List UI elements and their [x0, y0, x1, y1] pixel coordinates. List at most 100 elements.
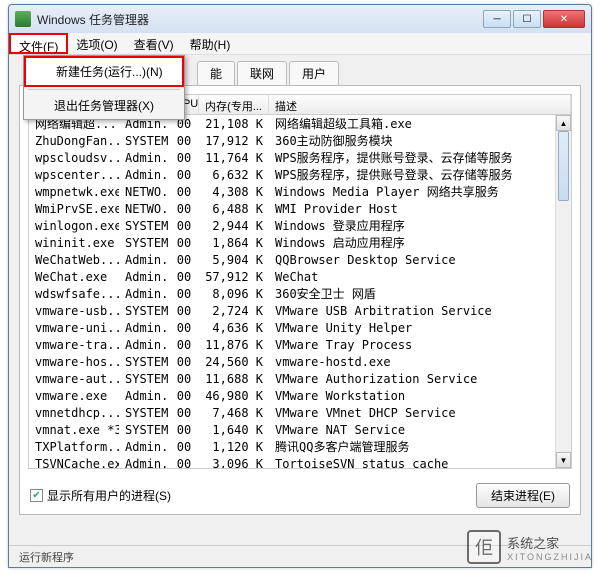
table-row[interactable]: wdswfsafe...Admin...008,096 K360安全卫士 网盾: [29, 285, 571, 302]
cell-user: SYSTEM: [119, 236, 169, 250]
tab-content: CPU 内存(专用... 描述 网络编辑超...Admin...0021,108…: [19, 85, 581, 515]
cell-memory: 4,636 K: [199, 321, 269, 335]
maximize-button[interactable]: ☐: [513, 10, 541, 28]
col-description[interactable]: 描述: [269, 95, 571, 114]
cell-memory: 1,640 K: [199, 423, 269, 437]
table-row[interactable]: vmware-aut...SYSTEM0011,688 KVMware Auth…: [29, 370, 571, 387]
tab-performance[interactable]: 能: [197, 61, 235, 85]
menu-view[interactable]: 查看(V): [126, 33, 182, 54]
cell-desc: Windows 启动应用程序: [269, 234, 571, 251]
menu-new-task[interactable]: 新建任务(运行...)(N): [24, 56, 184, 87]
cell-cpu: 00: [169, 134, 199, 148]
cell-user: SYSTEM: [119, 423, 169, 437]
cell-desc: VMware VMnet DHCP Service: [269, 406, 571, 420]
table-row[interactable]: wpscenter...Admin...006,632 KWPS服务程序，提供账…: [29, 166, 571, 183]
menu-options[interactable]: 选项(O): [68, 33, 125, 54]
cell-desc: Windows Media Player 网络共享服务: [269, 183, 571, 200]
app-icon: [15, 11, 31, 27]
table-row[interactable]: ZhuDongFan...SYSTEM0017,912 K360主动防御服务模块: [29, 132, 571, 149]
cell-user: Admin...: [119, 253, 169, 267]
table-row[interactable]: wmpnetwk.exeNETWO...004,308 KWindows Med…: [29, 183, 571, 200]
cell-memory: 7,468 K: [199, 406, 269, 420]
tab-networking[interactable]: 联网: [237, 61, 287, 85]
cell-desc: WMI Provider Host: [269, 202, 571, 216]
cell-user: Admin...: [119, 440, 169, 454]
cell-desc: VMware Unity Helper: [269, 321, 571, 335]
cell-user: SYSTEM: [119, 304, 169, 318]
table-row[interactable]: WeChatWeb...Admin...005,904 KQQBrowser D…: [29, 251, 571, 268]
cell-desc: VMware Workstation: [269, 389, 571, 403]
cell-user: SYSTEM: [119, 372, 169, 386]
table-row[interactable]: vmware-hos...SYSTEM0024,560 Kvmware-host…: [29, 353, 571, 370]
table-row[interactable]: vmware-usb...SYSTEM002,724 KVMware USB A…: [29, 302, 571, 319]
cell-user: SYSTEM: [119, 355, 169, 369]
process-rows[interactable]: 网络编辑超...Admin...0021,108 K网络编辑超级工具箱.exeZ…: [29, 115, 571, 469]
table-row[interactable]: TXPlatform...Admin...001,120 K腾讯QQ多客户端管理…: [29, 438, 571, 455]
cell-desc: WPS服务程序，提供账号登录、云存储等服务: [269, 149, 571, 166]
col-memory[interactable]: 内存(专用...: [199, 95, 269, 114]
cell-cpu: 00: [169, 185, 199, 199]
table-row[interactable]: winlogon.exeSYSTEM002,944 KWindows 登录应用程…: [29, 217, 571, 234]
cell-cpu: 00: [169, 338, 199, 352]
cell-name: wpscenter...: [29, 168, 119, 182]
cell-name: TSVNCache.exe: [29, 457, 119, 470]
titlebar[interactable]: Windows 任务管理器 ─ ☐ ✕: [9, 5, 591, 33]
cell-user: SYSTEM: [119, 219, 169, 233]
cell-name: wmpnetwk.exe: [29, 185, 119, 199]
cell-desc: 360安全卫士 网盾: [269, 285, 571, 302]
cell-cpu: 00: [169, 355, 199, 369]
cell-memory: 2,724 K: [199, 304, 269, 318]
cell-user: NETWO...: [119, 185, 169, 199]
close-button[interactable]: ✕: [543, 10, 585, 28]
cell-cpu: 00: [169, 151, 199, 165]
cell-desc: WPS服务程序，提供账号登录、云存储等服务: [269, 166, 571, 183]
table-row[interactable]: vmware-tra...Admin...0011,876 KVMware Tr…: [29, 336, 571, 353]
cell-memory: 57,912 K: [199, 270, 269, 284]
cell-name: vmware-usb...: [29, 304, 119, 318]
cell-memory: 1,864 K: [199, 236, 269, 250]
cell-cpu: 00: [169, 321, 199, 335]
table-row[interactable]: vmnat.exe *32SYSTEM001,640 KVMware NAT S…: [29, 421, 571, 438]
watermark-text: 系统之家: [507, 533, 593, 552]
tab-users[interactable]: 用户: [289, 61, 339, 85]
cell-cpu: 00: [169, 457, 199, 470]
cell-desc: 网络编辑超级工具箱.exe: [269, 115, 571, 132]
cell-user: Admin...: [119, 151, 169, 165]
scroll-thumb[interactable]: [558, 131, 569, 201]
cell-desc: WeChat: [269, 270, 571, 284]
cell-desc: 腾讯QQ多客户端管理服务: [269, 438, 571, 455]
table-row[interactable]: vmware.exeAdmin...0046,980 KVMware Works…: [29, 387, 571, 404]
window-title: Windows 任务管理器: [37, 11, 483, 28]
cell-desc: Windows 登录应用程序: [269, 217, 571, 234]
cell-memory: 17,912 K: [199, 134, 269, 148]
show-all-users-row[interactable]: ✔ 显示所有用户的进程(S): [30, 487, 171, 504]
cell-desc: 360主动防御服务模块: [269, 132, 571, 149]
checkbox-checked-icon[interactable]: ✔: [30, 489, 43, 502]
table-row[interactable]: wpscloudsv...Admin...0011,764 KWPS服务程序，提…: [29, 149, 571, 166]
cell-memory: 2,944 K: [199, 219, 269, 233]
table-row[interactable]: vmnetdhcp...SYSTEM007,468 KVMware VMnet …: [29, 404, 571, 421]
cell-memory: 8,096 K: [199, 287, 269, 301]
watermark-logo-icon: 佢: [467, 530, 501, 564]
scroll-down-icon[interactable]: ▼: [556, 452, 571, 468]
vertical-scrollbar[interactable]: ▲ ▼: [555, 115, 571, 468]
table-row[interactable]: wininit.exeSYSTEM001,864 KWindows 启动应用程序: [29, 234, 571, 251]
scroll-up-icon[interactable]: ▲: [556, 115, 571, 131]
table-row[interactable]: vmware-uni...Admin...004,636 KVMware Uni…: [29, 319, 571, 336]
table-row[interactable]: WmiPrvSE.exeNETWO...006,488 KWMI Provide…: [29, 200, 571, 217]
menu-help[interactable]: 帮助(H): [182, 33, 239, 54]
cell-desc: VMware NAT Service: [269, 423, 571, 437]
menu-separator: [28, 89, 180, 90]
menu-file[interactable]: 文件(F): [9, 33, 68, 54]
cell-memory: 6,632 K: [199, 168, 269, 182]
minimize-button[interactable]: ─: [483, 10, 511, 28]
cell-cpu: 00: [169, 219, 199, 233]
cell-memory: 21,108 K: [199, 117, 269, 131]
menu-exit[interactable]: 退出任务管理器(X): [24, 92, 184, 119]
cell-user: Admin...: [119, 321, 169, 335]
cell-name: wdswfsafe...: [29, 287, 119, 301]
cell-memory: 46,980 K: [199, 389, 269, 403]
end-process-button[interactable]: 结束进程(E): [476, 483, 570, 508]
table-row[interactable]: TSVNCache.exeAdmin...003,096 KTortoiseSV…: [29, 455, 571, 469]
table-row[interactable]: WeChat.exeAdmin...0057,912 KWeChat: [29, 268, 571, 285]
